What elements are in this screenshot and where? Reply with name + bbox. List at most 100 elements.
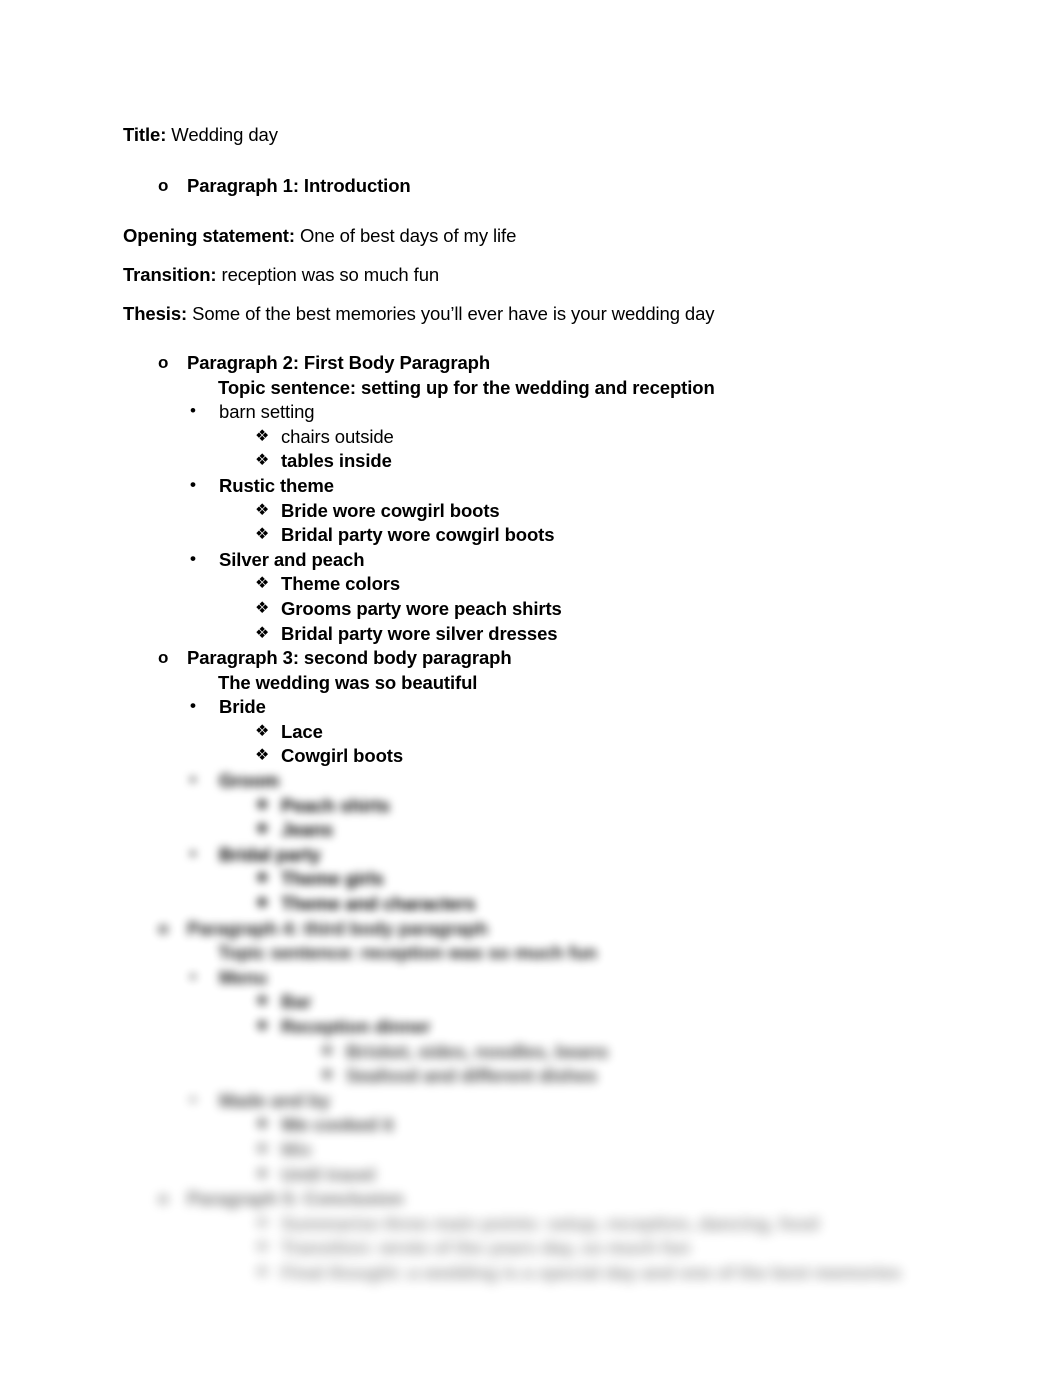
level2-marker-icon: • [190, 1089, 196, 1109]
level3-marker-icon: ❖ [255, 1263, 270, 1281]
outline-item-label: Theme girls [281, 868, 384, 890]
outline-item: • barn setting [190, 400, 1062, 425]
outline-item: ❖ Transition: wrote of the years day, so … [255, 1236, 1062, 1261]
level2-marker-icon: • [190, 401, 196, 421]
transition-line: Transition: reception was so much fun [123, 263, 1062, 288]
outline-item-label: Brisket, sides, noodles, beans [346, 1040, 609, 1062]
outline-item: ❖ tables inside [255, 449, 1062, 474]
level4-marker-icon: ❖ [320, 1042, 335, 1060]
transition-value: reception was so much fun [216, 264, 440, 286]
outline-item-label: Theme colors [281, 573, 401, 595]
level3-marker-icon: ❖ [255, 624, 270, 642]
level3-marker-icon: ❖ [255, 747, 270, 765]
outline-item: • Bride [190, 695, 1062, 720]
outline-item: ❖ Jeans [255, 818, 1062, 843]
level3-marker-icon: ❖ [255, 452, 270, 470]
title-value: Wedding day [166, 124, 278, 145]
level3-marker-icon: ❖ [255, 599, 270, 617]
level3-marker-icon: ❖ [255, 427, 270, 445]
level3-marker-icon: ❖ [255, 501, 270, 519]
outline-item-label: Paragraph 5: Conclusion [187, 1188, 404, 1210]
level1-marker-icon: o [158, 648, 169, 668]
level2-marker-icon: • [190, 843, 196, 863]
title-line: Title: Wedding day [123, 123, 1062, 148]
level3-marker-icon: ❖ [255, 821, 270, 839]
level4-marker-icon: ❖ [320, 1067, 335, 1085]
level3-marker-icon: ❖ [255, 993, 270, 1011]
outline-item: ❖ Bar [255, 990, 1062, 1015]
outline-item: ❖ Brisket, sides, noodles, beans [320, 1040, 1062, 1065]
outline-item-paragraph-1: o Paragraph 1: Introduction [158, 174, 1062, 199]
thesis-value: Some of the best memories you’ll ever ha… [187, 303, 715, 325]
outline-item-label: Groom [219, 770, 280, 792]
level2-marker-icon: • [190, 696, 196, 716]
outline-item: ❖ Bride wore cowgirl boots [255, 499, 1062, 524]
outline-item-label: Paragraph 1: Introduction [187, 174, 411, 196]
outline-item-label: Topic sentence: reception was so much fu… [218, 942, 597, 964]
level1-marker-icon: o [158, 175, 169, 195]
outline-item-label: Until travel [281, 1163, 376, 1185]
outline-item-label: Silver and peach [219, 548, 365, 570]
level3-marker-icon: ❖ [255, 526, 270, 544]
outline-item-label: Reception dinner [281, 1016, 431, 1037]
outline-item-label: Mix [281, 1138, 312, 1160]
document-page: Title: Wedding day o Paragraph 1: Introd… [0, 0, 1062, 1377]
outline-item-label: Bride [219, 696, 266, 718]
outline-item-label: Paragraph 3: second body paragraph [187, 647, 512, 669]
outline-item-label: Rustic theme [219, 474, 334, 496]
level3-marker-icon: ❖ [255, 722, 270, 740]
outline-item: • Groom [190, 769, 1062, 794]
outline-item-label: barn setting [219, 401, 315, 423]
outline-item-label: Bridal party [219, 843, 321, 865]
outline-item: • Made and by [190, 1089, 1062, 1114]
opening-statement-line: Opening statement: One of best days of m… [123, 224, 1062, 249]
outline-item: The wedding was so beautiful [218, 671, 1062, 696]
outline-item-label: Final thought: a wedding is a special da… [281, 1261, 902, 1283]
outline-item-label: Seafood and different dishes [346, 1065, 598, 1087]
outline-item-label: Menu [219, 966, 267, 988]
outline-item: ❖ Mix [255, 1138, 1062, 1163]
outline-item: ❖ Summarize three main points: setup, rec… [255, 1212, 1062, 1237]
thesis-label: Thesis: [123, 303, 188, 325]
outline-item: o Paragraph 3: second body paragraph [158, 646, 1062, 671]
outline-item-label: tables inside [281, 450, 392, 472]
level2-marker-icon: • [190, 770, 196, 790]
outline-item: ❖ Bridal party wore silver dresses [255, 622, 1062, 647]
outline-item: ❖ chairs outside [255, 425, 1062, 450]
thesis-line: Thesis: Some of the best memories you’ll… [123, 302, 1062, 327]
outline-item: ❖ Reception dinner [255, 1015, 1062, 1040]
outline-item: ❖ Until travel [255, 1163, 1062, 1188]
outline-item: ❖ Final thought: a wedding is a special d… [255, 1261, 1062, 1286]
outline-item: • Silver and peach [190, 548, 1062, 573]
opening-statement-label: Opening statement: [123, 225, 295, 247]
level1-marker-icon: o [158, 1189, 169, 1209]
level3-marker-icon: ❖ [255, 895, 270, 913]
outline-item: • Menu [190, 966, 1062, 991]
outline-list-redacted: • Groom ❖ Peach shirts ❖ Jeans • Bridal party ❖ T… [0, 769, 1062, 1285]
outline-item-label: Paragraph 4: third body paragraph [187, 917, 488, 939]
level2-marker-icon: • [190, 966, 196, 986]
outline-item-label: Bride wore cowgirl boots [281, 499, 500, 521]
outline-item: ❖ Grooms party wore peach shirts [255, 597, 1062, 622]
outline-item-label: We cooked it [281, 1114, 394, 1136]
level3-marker-icon: ❖ [255, 1214, 270, 1232]
level3-marker-icon: ❖ [255, 575, 270, 593]
outline-item: ❖ Peach shirts [255, 794, 1062, 819]
level3-marker-icon: ❖ [255, 1165, 270, 1183]
outline-item-label: Bridal party wore cowgirl boots [281, 524, 555, 546]
outline-item: o Paragraph 4: third body paragraph [158, 917, 1062, 942]
outline-item-label: The wedding was so beautiful [218, 671, 478, 693]
outline-item-label: Bridal party wore silver dresses [281, 622, 558, 644]
outline-item-label: Topic sentence: setting up for the weddi… [218, 376, 715, 398]
outline-item-label: Made and by [219, 1089, 330, 1111]
outline-item: ❖ Bridal party wore cowgirl boots [255, 523, 1062, 548]
outline-item: o Paragraph 5: Conclusion [158, 1187, 1062, 1212]
level3-marker-icon: ❖ [255, 1239, 270, 1257]
document-body: Title: Wedding day o Paragraph 1: Introd… [0, 0, 1062, 1286]
level1-marker-icon: o [158, 352, 169, 372]
level3-marker-icon: ❖ [255, 796, 270, 814]
title-label: Title: [123, 124, 167, 145]
level2-marker-icon: • [190, 548, 196, 568]
opening-statement-value: One of best days of my life [294, 225, 517, 247]
outline-item: • Bridal party [190, 843, 1062, 868]
